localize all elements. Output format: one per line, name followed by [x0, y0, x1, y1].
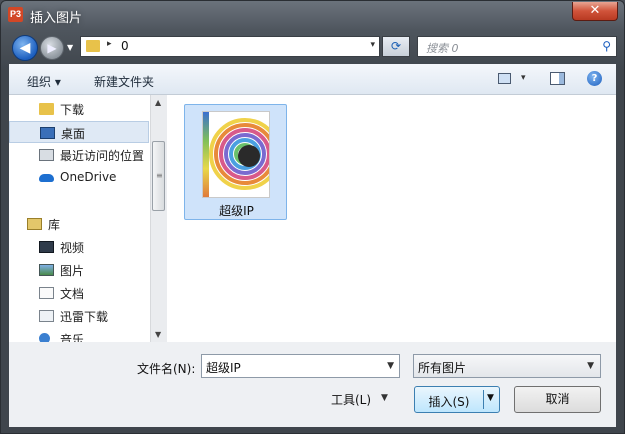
book-cover-graphic [209, 118, 269, 190]
sidebar-item-label: 库 [48, 218, 61, 232]
scroll-down-icon[interactable]: ▼ [155, 330, 161, 339]
sidebar-item-label: 视频 [60, 241, 85, 255]
tools-button[interactable]: 工具(L) [331, 391, 371, 408]
downloads-folder-icon [39, 103, 54, 115]
scroll-up-icon[interactable]: ▲ [155, 98, 161, 107]
insert-button[interactable]: 插入(S) ▼ [414, 386, 500, 413]
breadcrumb-path[interactable]: 0 [121, 39, 129, 53]
onedrive-icon [39, 174, 54, 182]
search-placeholder: 搜索 0 [426, 42, 459, 55]
forward-button[interactable]: ▶ [40, 36, 64, 60]
folder-icon [86, 40, 100, 52]
organize-button[interactable]: 组织 ▾ [27, 73, 61, 90]
breadcrumb-arrow-icon[interactable]: ▸ [107, 39, 112, 49]
sidebar-item[interactable]: 桌面 [9, 121, 149, 143]
search-icon[interactable]: ⚲ [602, 39, 611, 53]
filename-label: 文件名(N): [137, 362, 196, 376]
view-dropdown-icon[interactable]: ▾ [521, 73, 526, 83]
help-icon[interactable]: ? [587, 71, 602, 86]
sidebar-item-label: OneDrive [60, 170, 117, 184]
videos-icon [39, 241, 54, 253]
close-button[interactable]: ✕ [572, 2, 618, 21]
address-bar[interactable]: ▸ 0 ▾ [80, 36, 380, 57]
pictures-icon [39, 264, 54, 276]
filetype-dropdown-icon[interactable]: ▼ [587, 361, 594, 371]
cancel-button[interactable]: 取消 [514, 386, 601, 413]
music-icon [39, 333, 50, 342]
sidebar-item-label: 文档 [60, 287, 85, 301]
refresh-button[interactable]: ⟳ [382, 36, 410, 57]
recent-pages-dropdown-icon[interactable]: ▼ [67, 43, 73, 52]
sidebar-item[interactable]: 视频 [9, 236, 149, 258]
address-dropdown-icon[interactable]: ▾ [370, 40, 375, 50]
filetype-value: 所有图片 [418, 361, 467, 375]
search-input[interactable]: 搜索 0 ⚲ [417, 36, 617, 57]
image-thumbnail [202, 111, 270, 198]
content-area: 下载桌面最近访问的位置 OneDrive 库视频图片文档迅雷下载音乐 ▲ ≡ ▼ [9, 95, 616, 342]
insert-picture-dialog: P3 插入图片 ✕ ◀ ▶ ▼ ▸ 0 ▾ ⟳ 搜索 0 ⚲ 组织 ▾ 新建文件… [0, 0, 625, 434]
navigation-pane: 下载桌面最近访问的位置 OneDrive 库视频图片文档迅雷下载音乐 [9, 95, 149, 342]
title-bar: P3 插入图片 ✕ [1, 1, 624, 29]
sidebar-item[interactable]: 最近访问的位置 [9, 144, 149, 166]
sidebar-item[interactable]: 文档 [9, 282, 149, 304]
library-icon [27, 218, 42, 230]
insert-dropdown-icon[interactable]: ▼ [487, 393, 494, 403]
sidebar-item[interactable]: 库 [9, 213, 149, 235]
file-list: 超级IP [167, 95, 616, 342]
thunder-download-icon [39, 310, 54, 322]
filename-field[interactable]: 超级IP ▼ [201, 354, 400, 378]
nav-scrollbar[interactable]: ▲ ≡ ▼ [150, 95, 167, 342]
back-button[interactable]: ◀ [12, 35, 38, 61]
file-name[interactable]: 超级IP [185, 202, 288, 219]
sidebar-item-label: 桌面 [61, 127, 86, 141]
recent-places-icon [39, 149, 54, 161]
sidebar-item[interactable]: 迅雷下载 [9, 305, 149, 327]
sidebar-item-label: 图片 [60, 264, 85, 278]
filename-value[interactable]: 超级IP [206, 359, 241, 376]
sidebar-item-label: 迅雷下载 [60, 310, 109, 324]
sidebar-item[interactable]: OneDrive [9, 167, 149, 189]
split-divider [483, 390, 484, 409]
desktop-icon [40, 127, 55, 139]
sidebar-item[interactable]: 音乐 [9, 328, 149, 342]
sidebar-item-label: 音乐 [60, 333, 85, 342]
window-title: 插入图片 [30, 11, 83, 26]
tools-dropdown-icon[interactable]: ▼ [381, 393, 388, 403]
sidebar-item[interactable]: 图片 [9, 259, 149, 281]
new-folder-button[interactable]: 新建文件夹 [94, 73, 154, 90]
change-view-icon[interactable] [498, 73, 511, 84]
grip-icon: ≡ [156, 171, 163, 180]
insert-label[interactable]: 插入(S) [415, 393, 483, 410]
preview-pane-icon[interactable] [550, 72, 565, 85]
powerpoint-icon: P3 [8, 7, 23, 22]
command-toolbar: 组织 ▾ 新建文件夹 ▾ ? [9, 64, 616, 95]
file-item[interactable]: 超级IP [184, 104, 287, 220]
bottom-panel: 文件名(N): 超级IP ▼ 所有图片 ▼ 工具(L) ▼ 插入(S) ▼ 取消 [9, 342, 616, 427]
sidebar-item-label: 下载 [60, 103, 85, 117]
sidebar-item[interactable]: 下载 [9, 98, 149, 120]
documents-icon [39, 287, 54, 299]
sidebar-item-label: 最近访问的位置 [60, 149, 145, 163]
scroll-thumb[interactable]: ≡ [152, 141, 165, 211]
filetype-select[interactable]: 所有图片 ▼ [413, 354, 601, 378]
filename-dropdown-icon[interactable]: ▼ [387, 361, 394, 371]
